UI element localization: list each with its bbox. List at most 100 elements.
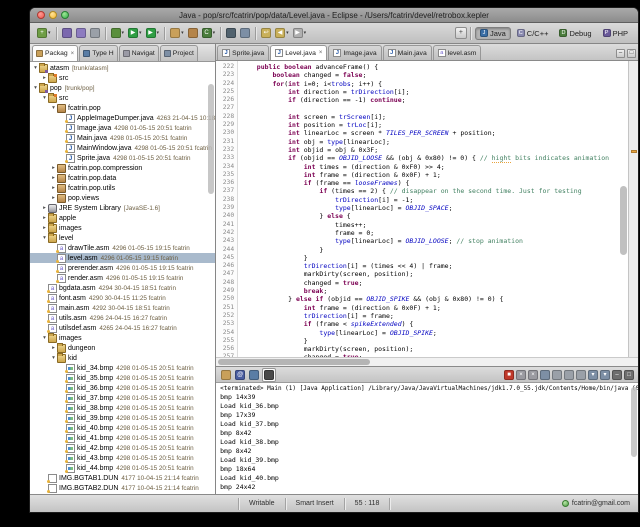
- code-line[interactable]: }: [241, 337, 628, 345]
- editor-tab-main-java[interactable]: Main.java: [382, 45, 432, 60]
- code-line[interactable]: }: [241, 254, 628, 262]
- close-tab-icon[interactable]: ×: [71, 51, 75, 57]
- tree-expand-arrow-icon[interactable]: ▸: [41, 205, 48, 211]
- save-icon[interactable]: [61, 26, 73, 41]
- console-output[interactable]: <terminated> Main (1) [Java Application]…: [216, 383, 638, 494]
- tree-item[interactable]: ▾ kid: [30, 352, 215, 363]
- forward-icon[interactable]: ▶ ▾: [292, 26, 308, 41]
- dropdown-arrow-icon[interactable]: ▾: [139, 30, 142, 36]
- tree-item[interactable]: font.asm4290 30-04-15 11:25 fcatrin: [30, 293, 215, 303]
- tree-item[interactable]: ▸ images: [30, 222, 215, 233]
- code-line[interactable]: break;: [241, 287, 628, 295]
- editor-tab-level-java[interactable]: Level.java×: [270, 45, 328, 60]
- perspective-c-c-button[interactable]: C C/C++: [512, 27, 554, 40]
- tree-item[interactable]: ▸ JRE System Library [JavaSE-1.6]: [30, 203, 215, 213]
- tree-item[interactable]: kid_35.bmp 4298 01-05-15 20:51 fcatrin: [30, 373, 215, 383]
- back-icon[interactable]: ◀ ▾: [274, 26, 290, 41]
- tree-item[interactable]: AppleImageDumper.java4263 21-04-15 10:18: [30, 113, 215, 123]
- tree-item[interactable]: ▾ fcatrin.pop: [30, 103, 215, 113]
- display-selected-console-icon[interactable]: ▾: [588, 369, 598, 380]
- code-line[interactable]: if (objid == OBJID_LOOSE && (obj & 0x80)…: [241, 154, 628, 164]
- tree-item[interactable]: main.asm4292 30-04-15 18:51 fcatrin: [30, 303, 215, 313]
- code-line[interactable]: trDirection[i] = frame;: [241, 312, 628, 320]
- tree-item[interactable]: ▸ fcatrin.pop.compression: [30, 163, 215, 173]
- tree-item[interactable]: ▾ pop [trunk/pop]: [30, 82, 215, 93]
- account-status[interactable]: fcatrin@gmail.com: [561, 500, 630, 507]
- clear-console-icon[interactable]: [540, 369, 550, 380]
- view-tab-type-h[interactable]: Type H: [79, 45, 118, 61]
- code-line[interactable]: } else {: [241, 212, 628, 220]
- tree-item[interactable]: prerender.asm4296 01-05-15 19:15 fcatrin: [30, 263, 215, 273]
- code-line[interactable]: int obj = type[linearLoc];: [241, 138, 628, 146]
- code-line[interactable]: int frame = (direction & 0x0F) + 1;: [241, 304, 628, 312]
- minimize-window-button[interactable]: [49, 11, 57, 19]
- dropdown-arrow-icon[interactable]: ▾: [48, 30, 51, 36]
- tree-item[interactable]: utils.asm4296 24-04-15 16:27 fcatrin: [30, 313, 215, 323]
- code-line[interactable]: if (frame == looseFrames) {: [241, 179, 628, 187]
- code-line[interactable]: if (frame < spikeExtended) {: [241, 320, 628, 328]
- tree-item[interactable]: render.asm4296 01-05-15 19:15 fcatrin: [30, 273, 215, 283]
- code-line[interactable]: int direction = trDirection[i];: [241, 88, 628, 96]
- tree-item[interactable]: level.asm4296 01-05-15 19:15 fcatrin: [30, 253, 216, 263]
- view-tab-packag[interactable]: Packag ×: [32, 45, 79, 61]
- view-tab-navigat[interactable]: Navigat: [118, 45, 159, 61]
- perspective-java-button[interactable]: J Java: [474, 26, 511, 40]
- zoom-window-button[interactable]: [61, 11, 69, 19]
- tree-item[interactable]: IMG.BGTAB2.DUN 4177 10-04-15 21:14 fcatri…: [30, 483, 215, 493]
- code-line[interactable]: frame = 0;: [241, 229, 628, 237]
- code-line[interactable]: [241, 104, 628, 112]
- tree-item[interactable]: kid_43.bmp 4298 01-05-15 20:51 fcatrin: [30, 453, 215, 463]
- code-line[interactable]: type[linearLoc] = OBJID_LOOSE; // stop a…: [241, 237, 628, 245]
- remove-all-launches-icon[interactable]: ×: [528, 369, 538, 380]
- tree-item[interactable]: kid_37.bmp 4298 01-05-15 20:51 fcatrin: [30, 393, 215, 403]
- code-area[interactable]: public boolean advanceFrame() { boolean …: [238, 61, 628, 357]
- overview-ruler[interactable]: [628, 61, 638, 357]
- maximize-view-icon[interactable]: □: [624, 369, 634, 380]
- terminate-icon[interactable]: ■: [504, 369, 514, 380]
- code-line[interactable]: }: [241, 246, 628, 254]
- remove-launch-icon[interactable]: ×: [516, 369, 526, 380]
- minimize-editor-icon[interactable]: –: [616, 49, 625, 58]
- external-tools-icon[interactable]: ▶ ▾: [145, 26, 161, 41]
- tree-item[interactable]: ▾ images: [30, 332, 215, 343]
- tree-collapse-arrow-icon[interactable]: ▾: [32, 85, 39, 91]
- perspective-debug-button[interactable]: D Debug: [554, 27, 596, 40]
- new-java-project-icon[interactable]: ▾: [169, 26, 185, 41]
- console-view-tab-icon[interactable]: [262, 367, 277, 382]
- code-line[interactable]: int linearLoc = screen * TILES_PER_SCREE…: [241, 129, 628, 137]
- tree-expand-arrow-icon[interactable]: ▸: [41, 75, 48, 81]
- view-tab-project[interactable]: Project: [159, 45, 198, 61]
- tree-expand-arrow-icon[interactable]: ▸: [41, 215, 48, 221]
- tree-collapse-arrow-icon[interactable]: ▾: [41, 235, 48, 241]
- tree-expand-arrow-icon[interactable]: ▸: [50, 185, 57, 191]
- print-icon[interactable]: [89, 26, 101, 41]
- perspective-php-button[interactable]: P PHP: [598, 27, 633, 40]
- minimize-view-icon[interactable]: –: [612, 369, 622, 380]
- dropdown-arrow-icon[interactable]: ▾: [157, 30, 160, 36]
- tree-collapse-arrow-icon[interactable]: ▾: [50, 105, 57, 111]
- code-line[interactable]: changed = true;: [241, 279, 628, 287]
- scroll-lock-icon[interactable]: [552, 369, 562, 380]
- tree-item[interactable]: MainWindow.java4298 01-05-15 20:51 fcatr…: [30, 143, 215, 153]
- code-line[interactable]: type[linearLoc] = OBJID_SPACE;: [241, 204, 628, 212]
- open-task-icon[interactable]: [239, 26, 251, 41]
- tree-expand-arrow-icon[interactable]: ▸: [50, 175, 57, 181]
- dropdown-arrow-icon[interactable]: ▾: [304, 30, 307, 36]
- titlebar[interactable]: Java - pop/src/fcatrin/pop/data/Level.ja…: [30, 8, 638, 23]
- maximize-editor-icon[interactable]: □: [627, 49, 636, 58]
- editor-tab-image-java[interactable]: Image.java: [328, 45, 382, 60]
- tree-item[interactable]: ▸ fcatrin.pop.utils: [30, 183, 215, 193]
- dropdown-arrow-icon[interactable]: ▾: [181, 30, 184, 36]
- new-wizard-icon[interactable]: + ▾: [36, 26, 52, 41]
- close-window-button[interactable]: [37, 11, 45, 19]
- run-icon[interactable]: ▶ ▾: [127, 26, 143, 41]
- code-line[interactable]: trDirection[i] = (times << 4) | frame;: [241, 262, 628, 270]
- problems-view-tab-icon[interactable]: [220, 369, 232, 381]
- tree-expand-arrow-icon[interactable]: ▸: [50, 195, 57, 201]
- tree-collapse-arrow-icon[interactable]: ▾: [32, 65, 39, 71]
- explorer-scrollbar[interactable]: [208, 84, 215, 194]
- word-wrap-icon[interactable]: [564, 369, 574, 380]
- tree-expand-arrow-icon[interactable]: ▸: [41, 225, 48, 231]
- editor-vertical-scrollbar[interactable]: [620, 65, 627, 353]
- tree-item[interactable]: ▸ dungeon: [30, 342, 215, 353]
